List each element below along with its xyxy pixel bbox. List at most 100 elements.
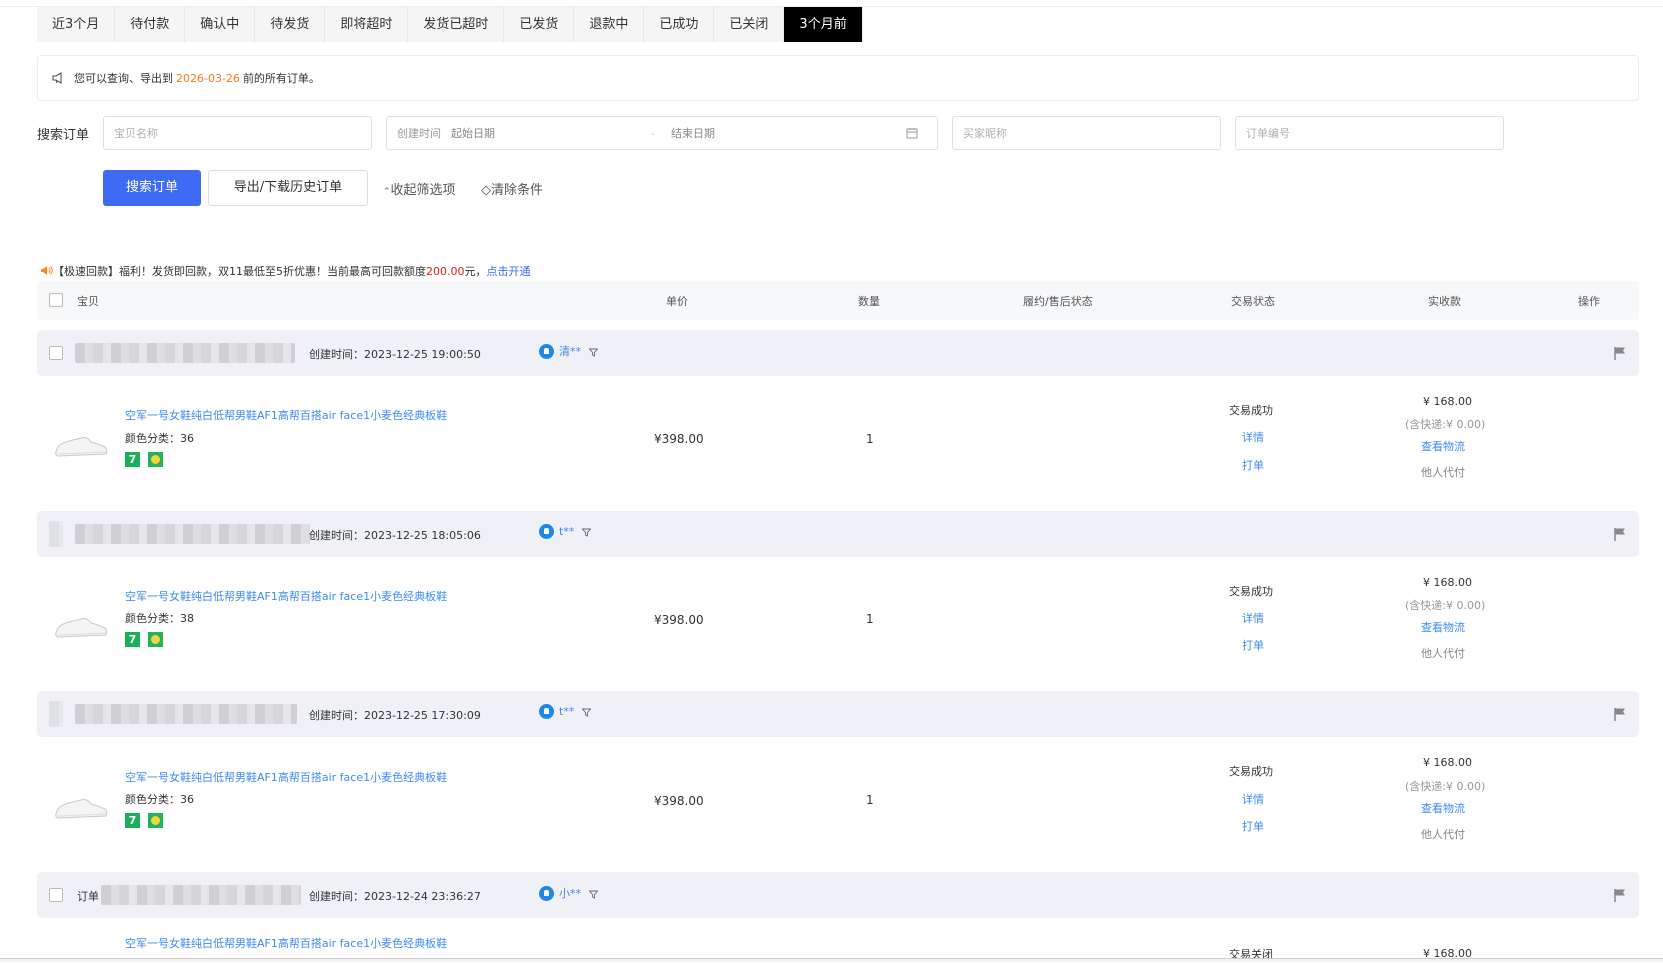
order-number-prefix: 订单: [77, 890, 99, 903]
order-detail-link[interactable]: 详情: [1242, 791, 1264, 807]
order-number-redacted: [101, 885, 301, 905]
horizontal-scrollbar[interactable]: [0, 958, 1663, 962]
filter-icon[interactable]: [588, 889, 599, 899]
chevron-up-icon: ⌃: [383, 187, 391, 197]
item-name-field[interactable]: [103, 116, 372, 150]
guarantee-badge-icon: [148, 632, 163, 647]
col-unit-price: 单价: [666, 295, 688, 308]
tab-pending-payment[interactable]: 待付款: [115, 7, 186, 42]
product-title-link[interactable]: 空军一号女鞋纯白低帮男鞋AF1高帮百搭air face1小麦色经典板鞋: [125, 588, 447, 604]
order-status-tabs: 近3个月 待付款 确认中 待发货 即将超时 发货已超时 已发货 退款中 已成功 …: [37, 6, 863, 42]
buyer-nickname-input[interactable]: [953, 117, 1220, 149]
search-orders-label: 搜索订单: [37, 128, 90, 143]
order-number-redacted: [75, 343, 295, 363]
order-created-time: 创建时间：2023-12-25 18:05:06: [309, 529, 481, 542]
chat-icon: [539, 885, 554, 901]
order-header: 订单 创建时间：2023-12-24 23:36:27 小**: [37, 872, 1639, 918]
date-separator: -: [651, 126, 655, 140]
created-date-range[interactable]: 创建时间 起始日期 - 结束日期: [386, 116, 938, 150]
seven-day-return-badge: 7: [125, 632, 140, 647]
order-header: 创建时间：2023-12-25 18:05:06 t**: [37, 511, 1639, 557]
filter-icon[interactable]: [581, 707, 592, 717]
product-image[interactable]: [53, 611, 109, 641]
chat-icon: [539, 704, 554, 719]
received-amount: ¥ 168.00: [1423, 756, 1472, 769]
tab-recent-3-months[interactable]: 近3个月: [37, 7, 116, 42]
start-date-input[interactable]: 起始日期: [451, 125, 651, 141]
tab-3-months-ago[interactable]: 3个月前: [784, 7, 863, 42]
trade-status: 交易成功: [1229, 404, 1273, 417]
speaker-icon: [40, 265, 53, 276]
promo-activate-link[interactable]: 点击开通: [487, 265, 531, 278]
buyer-nickname[interactable]: t**: [539, 704, 592, 719]
col-fulfillment-status: 履约/售后状态: [1023, 295, 1093, 308]
flag-icon[interactable]: [1613, 707, 1627, 721]
product-title-link[interactable]: 空军一号女鞋纯白低帮男鞋AF1高帮百搭air face1小麦色经典板鞋: [125, 935, 447, 951]
order-number-field[interactable]: [1235, 116, 1504, 150]
select-all-checkbox[interactable]: [49, 293, 63, 307]
buyer-nickname[interactable]: t**: [539, 524, 592, 539]
tab-about-to-timeout[interactable]: 即将超时: [325, 7, 409, 42]
received-amount: ¥ 168.00: [1423, 395, 1472, 408]
col-quantity: 数量: [858, 295, 880, 308]
calendar-icon[interactable]: [906, 127, 918, 139]
order-checkbox[interactable]: [49, 346, 63, 360]
seven-day-return-badge: 7: [125, 813, 140, 828]
tab-confirming[interactable]: 确认中: [185, 7, 256, 42]
tab-closed[interactable]: 已关闭: [714, 7, 785, 42]
print-order-link[interactable]: 打单: [1242, 457, 1264, 473]
order-checkbox[interactable]: [49, 888, 63, 902]
filter-icon[interactable]: [581, 527, 592, 537]
unit-price: ¥398.00: [654, 613, 704, 627]
eraser-icon: ◇: [481, 183, 491, 198]
order-created-time: 创建时间：2023-12-24 23:36:27: [309, 890, 481, 903]
print-order-link[interactable]: 打单: [1242, 818, 1264, 834]
product-image[interactable]: [53, 430, 109, 460]
shipping-fee: (含快递:¥ 0.00): [1405, 418, 1486, 431]
order-header: 创建时间：2023-12-25 17:30:09 t**: [37, 691, 1639, 737]
tab-succeeded[interactable]: 已成功: [644, 7, 715, 42]
filter-icon[interactable]: [588, 347, 599, 357]
view-logistics-link[interactable]: 查看物流: [1421, 800, 1465, 816]
flag-icon[interactable]: [1613, 527, 1627, 541]
tab-to-ship[interactable]: 待发货: [255, 7, 326, 42]
order-number-redacted: [75, 704, 297, 724]
megaphone-icon: [52, 72, 66, 84]
notice-text: 您可以查询、导出到 2026-03-26 前的所有订单。: [74, 72, 320, 85]
received-amount: ¥ 168.00: [1423, 576, 1472, 589]
quantity: 1: [866, 432, 874, 446]
clear-conditions-link[interactable]: ◇清除条件: [481, 179, 543, 198]
notice-date: 2026-03-26: [176, 72, 240, 85]
trade-status: 交易成功: [1229, 585, 1273, 598]
guarantee-badge-icon: [148, 813, 163, 828]
collapse-filters-link[interactable]: ⌃收起筛选项: [383, 179, 456, 198]
order-detail-link[interactable]: 详情: [1242, 429, 1264, 445]
item-name-input[interactable]: [104, 117, 371, 149]
export-notice-bar: 您可以查询、导出到 2026-03-26 前的所有订单。: [37, 55, 1639, 101]
product-image[interactable]: [53, 792, 109, 822]
order-detail-link[interactable]: 详情: [1242, 610, 1264, 626]
order-number-input[interactable]: [1236, 117, 1503, 149]
view-logistics-link[interactable]: 查看物流: [1421, 438, 1465, 454]
shipping-fee: (含快递:¥ 0.00): [1405, 599, 1486, 612]
product-variant: 颜色分类：36: [125, 793, 194, 806]
tab-shipping-overdue[interactable]: 发货已超时: [408, 7, 505, 42]
buyer-nickname[interactable]: 清**: [539, 343, 599, 359]
product-title-link[interactable]: 空军一号女鞋纯白低帮男鞋AF1高帮百搭air face1小麦色经典板鞋: [125, 407, 447, 423]
flag-icon[interactable]: [1613, 888, 1627, 902]
tab-refunding[interactable]: 退款中: [574, 7, 645, 42]
product-title-link[interactable]: 空军一号女鞋纯白低帮男鞋AF1高帮百搭air face1小麦色经典板鞋: [125, 769, 447, 785]
search-orders-button[interactable]: 搜索订单: [103, 170, 201, 206]
buyer-nickname-field[interactable]: [952, 116, 1221, 150]
buyer-nickname[interactable]: 小**: [539, 885, 599, 901]
flag-icon[interactable]: [1613, 346, 1627, 360]
tab-shipped[interactable]: 已发货: [504, 7, 575, 42]
chat-icon: [539, 343, 554, 359]
product-variant: 颜色分类：36: [125, 432, 194, 445]
end-date-input[interactable]: 结束日期: [671, 125, 906, 141]
shipping-fee: (含快递:¥ 0.00): [1405, 780, 1486, 793]
promo-amount: 200.00: [426, 265, 465, 278]
export-history-button[interactable]: 导出/下载历史订单: [208, 170, 368, 206]
view-logistics-link[interactable]: 查看物流: [1421, 619, 1465, 635]
print-order-link[interactable]: 打单: [1242, 637, 1264, 653]
